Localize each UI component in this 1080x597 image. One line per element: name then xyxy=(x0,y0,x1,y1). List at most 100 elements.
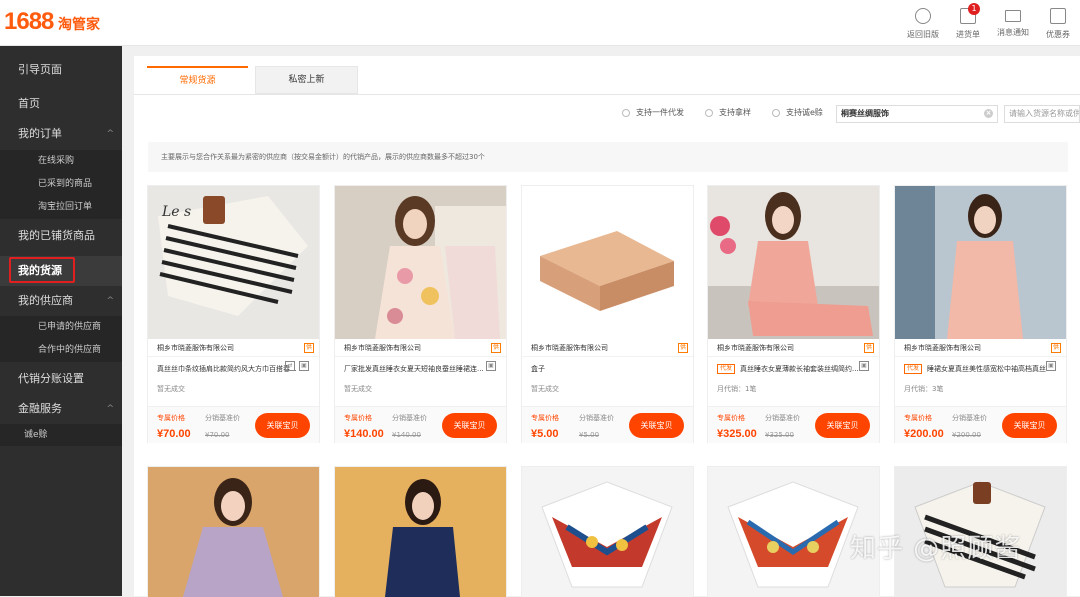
product-card[interactable]: 桐乡市晓菱服饰有限公司 供 代发 真丝睡衣女夏薄款长袖套装丝绸简约... ▣ 月代… xyxy=(707,185,880,443)
dropship-badge: 代发 xyxy=(717,364,736,374)
sidebar-item-my-suppliers[interactable]: 我的供应商 ^ xyxy=(0,291,122,311)
image-icon[interactable]: ▣ xyxy=(299,361,309,371)
back-old-version-button[interactable]: 返回旧版 xyxy=(901,8,945,42)
chevron-up-icon: ^ xyxy=(106,404,114,414)
chevron-up-icon: ^ xyxy=(106,296,114,306)
base-price-label: 分销基准价 xyxy=(579,414,614,422)
base-price-label: 分销基准价 xyxy=(952,414,987,422)
link-product-button[interactable]: 关联宝贝 xyxy=(629,413,684,438)
product-image[interactable] xyxy=(895,186,1066,339)
product-image[interactable] xyxy=(335,186,506,339)
filter-credit[interactable]: 支持诚e赊 xyxy=(772,108,823,118)
exclusive-price: ¥5.00 xyxy=(531,428,559,440)
sidebar: 引导页面 首页 我的订单 ^ 在线采购 已采到的商品 淘宝拉回订单 我的已铺货商… xyxy=(0,46,122,596)
tab-private-new[interactable]: 私密上新 xyxy=(255,66,358,94)
filter-dropship[interactable]: 支持一件代发 xyxy=(622,108,684,118)
link-product-button[interactable]: 关联宝贝 xyxy=(442,413,497,438)
supplier-search-value: 桐赛丝绸服饰 xyxy=(841,109,889,118)
supplier-icon: 供 xyxy=(491,343,501,353)
product-image[interactable] xyxy=(522,467,693,597)
product-card[interactable]: 桐乡市晓菱服饰有限公司 供 代发 睡裙女夏真丝美性感宽松中袖高档真丝... ▣ 月… xyxy=(894,185,1067,443)
product-image[interactable]: Le s xyxy=(148,186,319,339)
supplier-icon: 供 xyxy=(304,343,314,353)
messages-button[interactable]: 消息通知 xyxy=(991,8,1035,42)
product-title[interactable]: 盒子 xyxy=(531,364,676,374)
supplier-name-text: 桐乡市晓菱服饰有限公司 xyxy=(344,344,421,352)
logo[interactable]: 1688 xyxy=(4,9,54,35)
base-price-label: 分销基准价 xyxy=(205,414,240,422)
product-card[interactable]: 桐乡市晓菱服饰有限公司 供 厂家批发真丝睡衣女夏天短袖良蚕丝睡裙连... ▣ 暂无… xyxy=(334,185,507,443)
tab-divider xyxy=(134,94,1080,95)
supplier-name[interactable]: 桐乡市晓菱服饰有限公司 供 xyxy=(148,339,319,357)
base-price: ¥325.00 xyxy=(765,431,794,439)
sidebar-item-applied-suppliers[interactable]: 已申请的供应商 xyxy=(0,316,122,339)
sidebar-item-home[interactable]: 首页 xyxy=(0,94,122,114)
exclusive-price: ¥200.00 xyxy=(904,428,944,440)
supplier-name[interactable]: 桐乡市晓菱服饰有限公司 供 xyxy=(708,339,879,357)
image-icon[interactable]: ▣ xyxy=(1046,361,1056,371)
sidebar-item-listed-goods[interactable]: 我的已铺货商品 xyxy=(0,226,122,246)
product-card[interactable]: 桐乡市晓菱服饰有限公司 供 盒子 暂无成交 专属价格 分销基准价 ¥5.00 ¥5… xyxy=(521,185,694,443)
supplier-name-text: 桐乡市晓菱服饰有限公司 xyxy=(531,344,608,352)
sidebar-item-guide[interactable]: 引导页面 xyxy=(0,60,122,80)
sidebar-item-partner-suppliers[interactable]: 合作中的供应商 xyxy=(0,339,122,362)
chevron-up-icon: ^ xyxy=(106,129,114,139)
messages-label: 消息通知 xyxy=(997,28,1029,37)
exclusive-price-label: 专属价格 xyxy=(904,414,932,422)
clear-icon[interactable]: × xyxy=(984,109,993,118)
sidebar-item-taobao-orders[interactable]: 淘宝拉回订单 xyxy=(0,196,122,219)
sidebar-item-my-orders[interactable]: 我的订单 ^ xyxy=(0,124,122,144)
supplier-icon: 供 xyxy=(864,343,874,353)
supplier-name[interactable]: 桐乡市晓菱服饰有限公司 供 xyxy=(335,339,506,357)
exclusive-price: ¥140.00 xyxy=(344,428,384,440)
back-old-version-label: 返回旧版 xyxy=(907,30,939,39)
base-price: ¥5.00 xyxy=(579,431,600,439)
link-icon[interactable]: ⇄ xyxy=(285,361,295,371)
product-title[interactable]: 真丝丝巾条纹插肩比款简约风大方巾百搭春... xyxy=(157,364,302,374)
link-product-button[interactable]: 关联宝贝 xyxy=(255,413,310,438)
filter-sample-label: 支持拿样 xyxy=(719,108,751,117)
sidebar-item-purchased-goods[interactable]: 已采到的商品 xyxy=(0,173,122,196)
tab-regular-sources[interactable]: 常规货源 xyxy=(147,66,248,94)
product-image[interactable] xyxy=(335,467,506,597)
product-card[interactable] xyxy=(334,466,507,597)
purchase-list-badge: 1 xyxy=(968,3,980,15)
product-image[interactable] xyxy=(522,186,693,339)
sidebar-item-credit[interactable]: 诚e赊 xyxy=(0,424,122,446)
product-card[interactable]: Le s 桐乡市晓菱服饰有限公司 供 真丝丝巾条纹插肩比款简约风大方巾百搭春...… xyxy=(147,185,320,443)
image-icon[interactable]: ▣ xyxy=(859,361,869,371)
purchase-list-button[interactable]: 1 进货单 xyxy=(946,3,990,42)
source-search-input[interactable]: 请输入货源名称或供应商 xyxy=(1004,105,1080,123)
product-title[interactable]: 厂家批发真丝睡衣女夏天短袖良蚕丝睡裙连... xyxy=(344,364,489,374)
sales-count: 暂无成交 xyxy=(344,385,372,393)
product-card[interactable] xyxy=(147,466,320,597)
product-title[interactable]: 真丝睡衣女夏薄款长袖套装丝绸简约... xyxy=(740,364,860,374)
dropship-badge: 代发 xyxy=(904,364,923,374)
product-image[interactable] xyxy=(148,467,319,597)
notice-text: 主要展示与您合作关系最为紧密的供应商（按交易金额计）的代销产品，展示的供应商数最… xyxy=(148,142,1068,172)
sidebar-item-my-orders-label: 我的订单 xyxy=(18,127,62,140)
exclusive-price: ¥70.00 xyxy=(157,428,191,440)
exclusive-price-label: 专属价格 xyxy=(344,414,372,422)
supplier-name[interactable]: 桐乡市晓菱服饰有限公司 供 xyxy=(895,339,1066,357)
svg-text:Le s: Le s xyxy=(161,204,191,220)
filter-dropship-label: 支持一件代发 xyxy=(636,108,684,117)
sidebar-item-split-settings[interactable]: 代销分账设置 xyxy=(0,369,122,389)
supplier-name-text: 桐乡市晓菱服饰有限公司 xyxy=(157,344,234,352)
sidebar-item-online-purchase[interactable]: 在线采购 xyxy=(0,150,122,173)
product-image[interactable] xyxy=(708,186,879,339)
logo-subtitle: 淘管家 xyxy=(58,17,100,33)
coupons-button[interactable]: 优惠券 xyxy=(1036,8,1080,42)
base-price: ¥140.00 xyxy=(392,431,421,439)
supplier-name[interactable]: 桐乡市晓菱服饰有限公司 供 xyxy=(522,339,693,357)
link-product-button[interactable]: 关联宝贝 xyxy=(815,413,870,438)
filter-sample[interactable]: 支持拿样 xyxy=(705,108,751,118)
product-card[interactable] xyxy=(521,466,694,597)
product-title[interactable]: 睡裙女夏真丝美性感宽松中袖高档真丝... xyxy=(927,364,1047,374)
supplier-icon: 供 xyxy=(1051,343,1061,353)
purchase-list-label: 进货单 xyxy=(956,30,980,39)
sidebar-item-finance[interactable]: 金融服务 ^ xyxy=(0,399,122,419)
image-icon[interactable]: ▣ xyxy=(486,361,496,371)
supplier-search-input[interactable]: 桐赛丝绸服饰 × xyxy=(836,105,998,123)
link-product-button[interactable]: 关联宝贝 xyxy=(1002,413,1057,438)
